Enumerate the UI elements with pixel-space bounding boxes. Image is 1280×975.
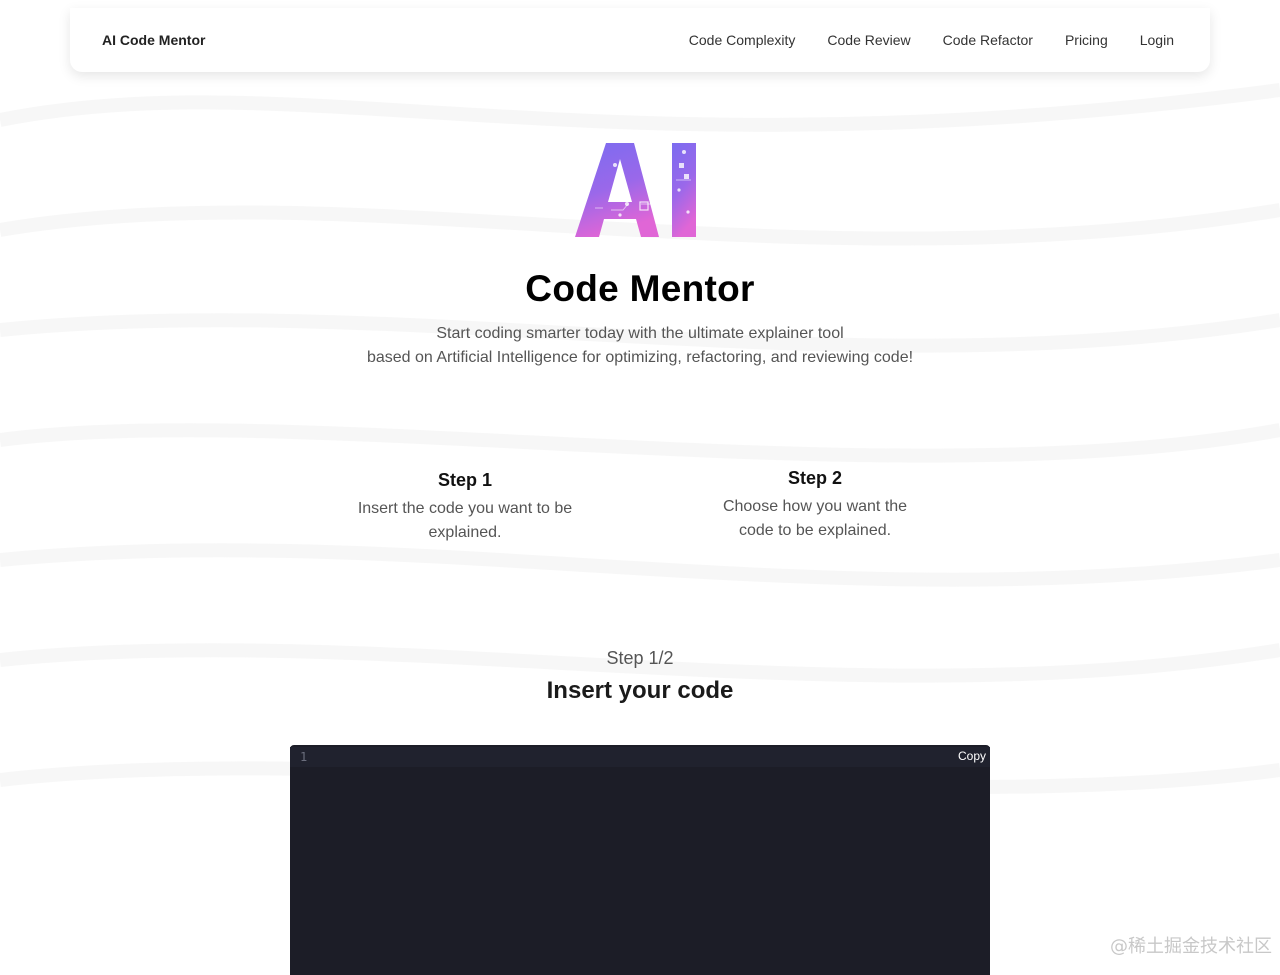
- section-title: Insert your code: [546, 677, 734, 704]
- nav-link-pricing[interactable]: Pricing: [1065, 32, 1108, 48]
- nav-link-code-complexity[interactable]: Code Complexity: [689, 32, 796, 48]
- step-1-description: Insert the code you want to be explained…: [335, 497, 595, 545]
- hero-section: Code Mentor Start coding smarter today w…: [0, 140, 1280, 370]
- code-editor[interactable]: 1 Copy: [290, 745, 990, 975]
- step-card-2: Step 2 Choose how you want the code to b…: [685, 468, 945, 543]
- step-counter: Step 1/2: [606, 648, 674, 668]
- top-navbar: AI Code Mentor Code Complexity Code Revi…: [70, 8, 1210, 72]
- copy-button[interactable]: Copy: [958, 749, 986, 763]
- watermark: @稀土掘金技术社区: [1110, 936, 1272, 957]
- nav-link-code-refactor[interactable]: Code Refactor: [943, 32, 1033, 48]
- line-number: 1: [300, 750, 308, 764]
- brand-link[interactable]: AI Code Mentor: [102, 32, 205, 48]
- insert-code-header: Step 1/2 Insert your code: [0, 648, 1280, 705]
- page-title: Code Mentor: [525, 268, 755, 309]
- nav-links: Code Complexity Code Review Code Refacto…: [689, 32, 1174, 48]
- step-2-line-2: code to be explained.: [738, 522, 892, 539]
- hero-subtitle-line-2: based on Artificial Intelligence for opt…: [366, 349, 914, 366]
- nav-link-login[interactable]: Login: [1140, 32, 1174, 48]
- code-input[interactable]: [322, 749, 922, 969]
- hero-subtitle-line-1: Start coding smarter today with the ulti…: [436, 325, 844, 342]
- step-2-description: Choose how you want the code to be expla…: [685, 495, 945, 543]
- step-card-1: Step 1 Insert the code you want to be ex…: [335, 470, 595, 545]
- nav-link-code-review[interactable]: Code Review: [827, 32, 910, 48]
- step-1-line-2: explained.: [428, 524, 502, 541]
- step-2-title: Step 2: [787, 468, 843, 488]
- step-2-line-1: Choose how you want the: [722, 498, 908, 515]
- hero-subtitle: Start coding smarter today with the ulti…: [0, 322, 1280, 370]
- ai-logo-icon: [575, 143, 696, 237]
- step-1-line-1: Insert the code you want to be: [357, 500, 573, 517]
- step-1-title: Step 1: [437, 470, 493, 490]
